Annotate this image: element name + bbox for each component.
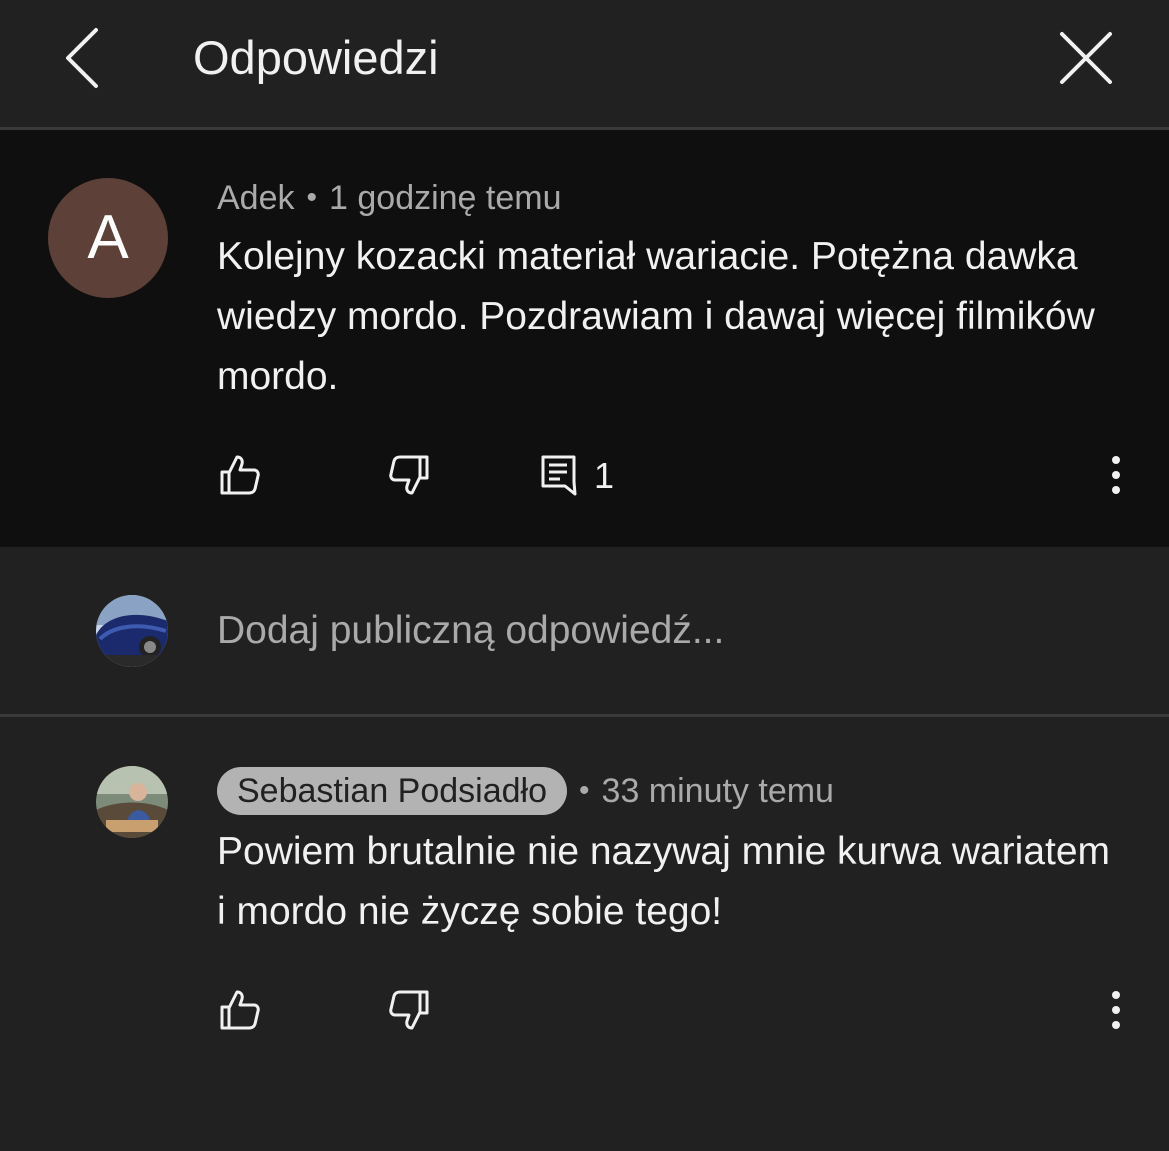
reply-author-chip[interactable]: Sebastian Podsiadło [217,767,568,815]
dislike-button[interactable] [386,452,432,498]
parent-comment: A Adek • 1 godzinę temu Kolejny kozacki … [0,130,1169,547]
like-button[interactable] [217,452,263,498]
current-user-avatar [96,595,168,667]
add-reply-input[interactable]: Dodaj publiczną odpowiedź... [217,607,1117,655]
reply-text: Powiem brutalnie nie nazywaj mnie kurwa … [217,830,1111,933]
comment-text: Kolejny kozacki materiał wariacie. Potęż… [217,235,1095,398]
close-button[interactable] [1046,20,1126,100]
add-reply-row: Dodaj publiczną odpowiedź... [0,547,1169,715]
close-icon [1060,32,1112,84]
comment-meta: Adek • 1 godzinę temu [217,178,562,218]
page-title: Odpowiedzi [193,31,439,84]
back-button[interactable] [52,22,116,94]
thumb-down-icon [389,990,429,1030]
dislike-button[interactable] [386,987,432,1033]
comment-author[interactable]: Adek [217,178,295,218]
replies-button[interactable] [538,452,584,498]
reply-count[interactable]: 1 [594,456,614,496]
more-options-button[interactable] [1106,452,1126,498]
thumb-up-icon [220,990,260,1030]
comment-time: 1 godzinę temu [329,179,562,217]
top-bar: Odpowiedzi [0,0,1169,127]
reply-author-avatar[interactable] [96,766,168,838]
meta-separator: • [579,774,590,807]
more-vertical-icon [1112,456,1120,494]
more-options-button[interactable] [1106,987,1126,1033]
reply-time: 33 minuty temu [601,772,834,810]
like-button[interactable] [217,987,263,1033]
comment-icon [541,455,577,496]
reply-comment: Sebastian Podsiadło • 33 minuty temu Pow… [0,717,1169,1151]
meta-separator: • [306,181,318,214]
more-vertical-icon [1112,991,1120,1029]
reply-meta: Sebastian Podsiadło • 33 minuty temu [217,767,834,815]
chevron-left-icon [66,28,98,88]
avatar[interactable]: A [48,178,168,298]
thumb-up-icon [220,455,260,495]
thumb-down-icon [389,455,429,495]
